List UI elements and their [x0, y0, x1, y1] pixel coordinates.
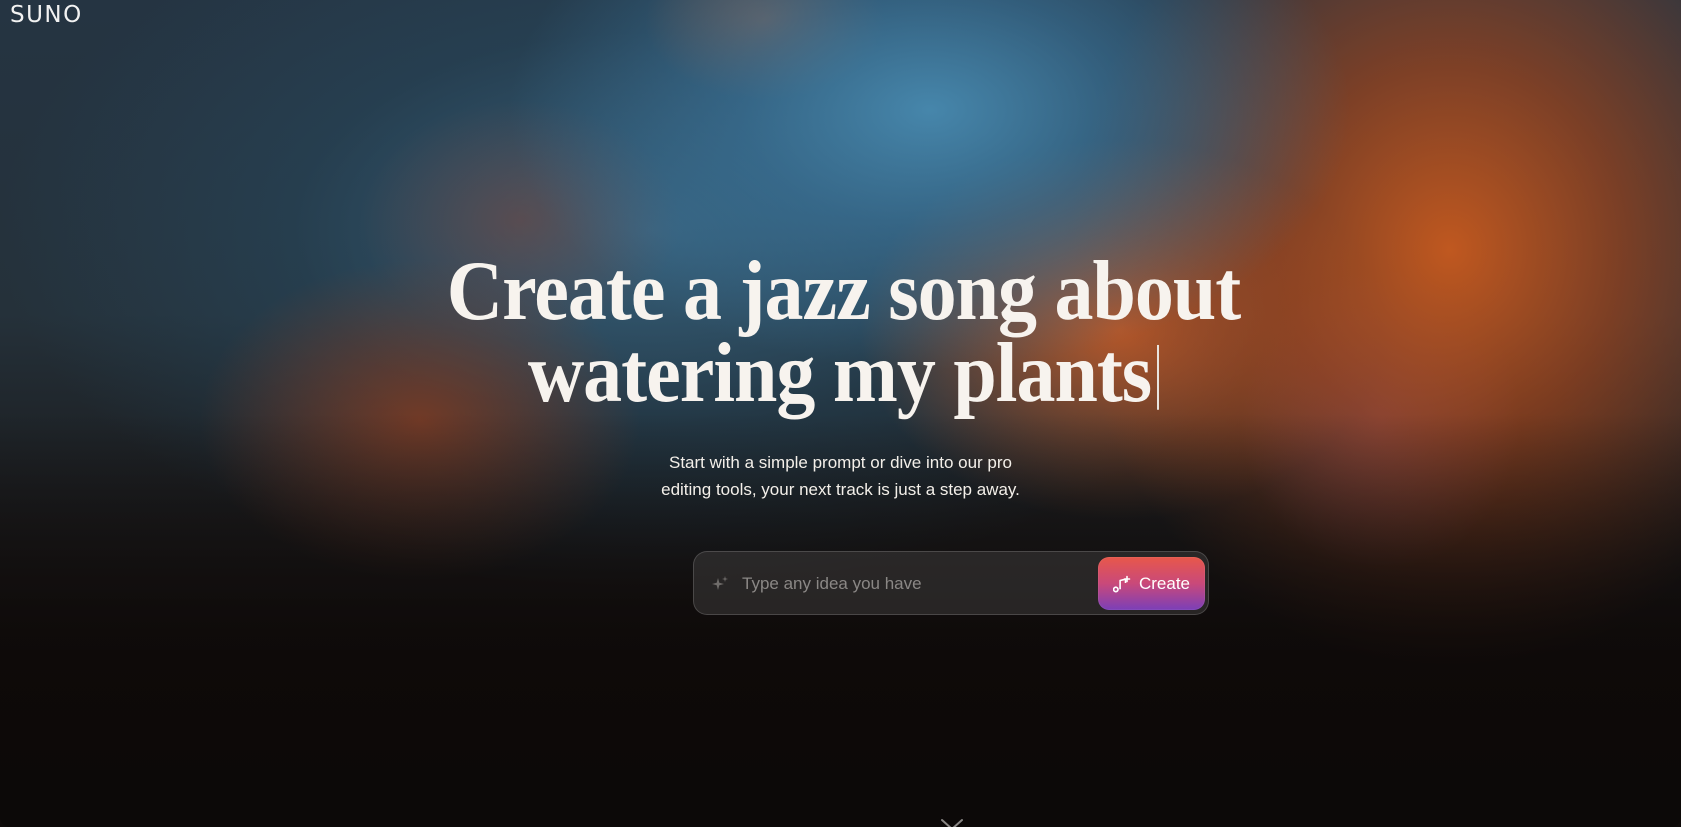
headline-line-2: watering my plants [527, 325, 1152, 420]
music-note-plus-icon [1112, 575, 1131, 592]
headline-line-1: Create a jazz song about [446, 243, 1241, 338]
sparkle-icon [712, 576, 728, 590]
create-button[interactable]: Create [1098, 557, 1205, 610]
suno-logo[interactable]: SUNO [10, 2, 83, 28]
hero-headline: Create a jazz song about watering my pla… [0, 248, 1681, 414]
subtitle-line-2: editing tools, your next track is just a… [661, 480, 1020, 499]
hero-subtitle: Start with a simple prompt or dive into … [0, 449, 1681, 503]
chevron-down-icon[interactable] [938, 818, 966, 827]
hero-section: Create a jazz song about watering my pla… [0, 248, 1681, 414]
create-button-label: Create [1138, 573, 1191, 593]
landing-page: SUNO Create a jazz song about watering m… [0, 0, 1681, 827]
typing-caret [1157, 344, 1160, 410]
prompt-input[interactable] [740, 566, 1074, 602]
prompt-bar: Create [693, 551, 1209, 615]
subtitle-line-1: Start with a simple prompt or dive into … [669, 453, 1012, 472]
